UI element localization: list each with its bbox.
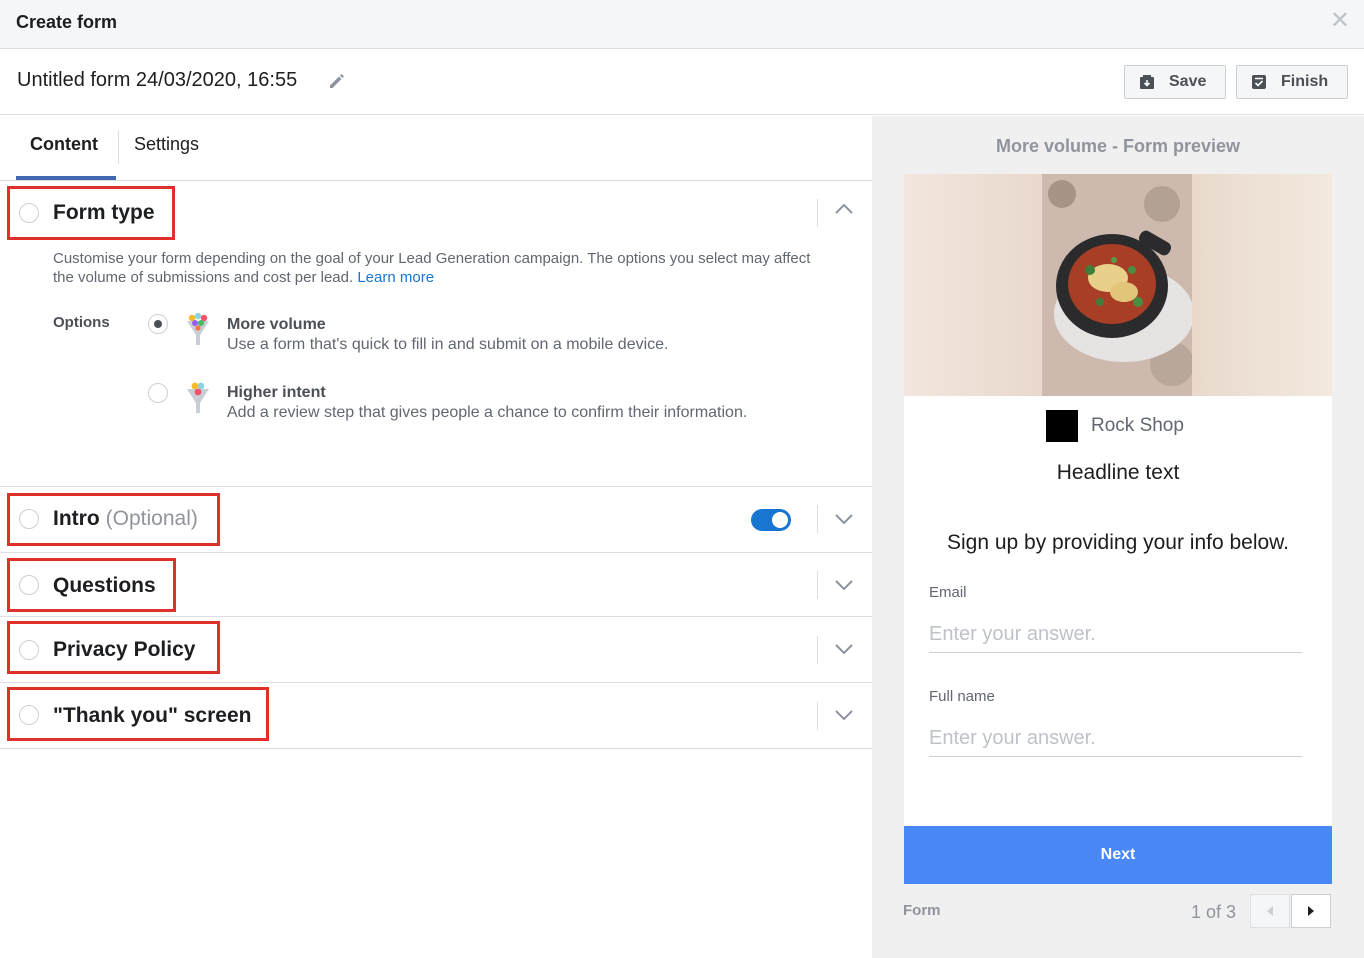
section-intro: Intro (Optional) bbox=[0, 487, 872, 553]
learn-more-link[interactable]: Learn more bbox=[357, 269, 434, 286]
triangle-left-icon bbox=[1267, 906, 1273, 916]
full-name-label: Full name bbox=[929, 688, 995, 705]
tab-content[interactable]: Content bbox=[30, 134, 98, 155]
hero-image bbox=[904, 174, 1332, 396]
active-tab-indicator bbox=[16, 176, 116, 180]
finish-label: Finish bbox=[1281, 73, 1329, 90]
section-questions: Questions bbox=[0, 553, 872, 617]
brand-name: Rock Shop bbox=[1091, 415, 1184, 436]
form-name-bar: Untitled form 24/03/2020, 16:55 Save Fin… bbox=[0, 49, 1364, 115]
header-divider bbox=[817, 571, 818, 599]
section-title-intro[interactable]: Intro (Optional) bbox=[53, 507, 198, 531]
section-status-circle bbox=[19, 575, 39, 595]
email-field[interactable] bbox=[929, 617, 1302, 653]
header-divider bbox=[817, 199, 818, 227]
section-title[interactable]: Form type bbox=[53, 201, 155, 225]
optional-label: (Optional) bbox=[105, 507, 198, 530]
signup-text: Sign up by providing your info below. bbox=[946, 531, 1290, 554]
section-title-questions[interactable]: Questions bbox=[53, 574, 156, 598]
food-photo bbox=[1042, 174, 1192, 396]
chevron-down-icon[interactable] bbox=[834, 579, 854, 591]
intro-toggle[interactable] bbox=[751, 509, 791, 531]
intro-title: Intro bbox=[53, 507, 100, 530]
section-title-privacy[interactable]: Privacy Policy bbox=[53, 638, 195, 662]
full-name-field[interactable] bbox=[929, 721, 1302, 757]
dialog-title: Create form bbox=[16, 12, 118, 32]
form-type-description: Customise your form depending on the goa… bbox=[53, 249, 833, 287]
option-radio-more-volume[interactable] bbox=[148, 314, 168, 334]
form-preview-card: Rock Shop Headline text Sign up by provi… bbox=[904, 174, 1332, 884]
section-status-circle bbox=[19, 203, 39, 223]
headline-text: Headline text bbox=[1056, 461, 1180, 484]
next-button[interactable]: Next bbox=[904, 826, 1332, 884]
dialog-titlebar: Create form ✕ bbox=[0, 0, 1364, 49]
triangle-right-icon bbox=[1308, 906, 1314, 916]
options-label: Options bbox=[53, 314, 110, 331]
tab-bar: Content Settings bbox=[0, 116, 872, 181]
save-icon bbox=[1140, 75, 1154, 89]
pencil-icon[interactable] bbox=[327, 71, 347, 91]
chevron-down-icon[interactable] bbox=[834, 709, 854, 721]
save-label: Save bbox=[1169, 73, 1207, 90]
editor-pane: Content Settings Form type Customise you… bbox=[0, 116, 872, 958]
section-title-thank-you[interactable]: "Thank you" screen bbox=[53, 704, 251, 728]
tab-settings[interactable]: Settings bbox=[134, 134, 199, 155]
header-divider bbox=[817, 505, 818, 533]
section-thank-you: "Thank you" screen bbox=[0, 683, 872, 749]
higher-intent-icon bbox=[187, 382, 209, 413]
form-name[interactable]: Untitled form 24/03/2020, 16:55 bbox=[17, 69, 297, 92]
previous-page-button[interactable] bbox=[1250, 894, 1290, 928]
section-form-type: Form type Customise your form depending … bbox=[0, 181, 872, 487]
page-indicator: 1 of 3 bbox=[1191, 902, 1237, 922]
section-status-circle bbox=[19, 640, 39, 660]
chevron-up-icon[interactable] bbox=[834, 203, 854, 215]
chevron-down-icon[interactable] bbox=[834, 643, 854, 655]
finish-icon bbox=[1252, 75, 1266, 89]
brand-logo bbox=[1046, 410, 1078, 442]
chevron-down-icon[interactable] bbox=[834, 513, 854, 525]
header-divider bbox=[817, 702, 818, 730]
preview-pane: More volume - Form preview Rock Shop Hea… bbox=[872, 116, 1364, 958]
finish-button[interactable]: Finish bbox=[1236, 65, 1348, 99]
section-privacy-policy: Privacy Policy bbox=[0, 617, 872, 683]
section-status-circle bbox=[19, 705, 39, 725]
option-radio-higher-intent[interactable] bbox=[148, 383, 168, 403]
option-subtitle-more-volume: Use a form that's quick to fill in and s… bbox=[227, 336, 669, 353]
header-divider bbox=[817, 636, 818, 664]
option-title-more-volume: More volume bbox=[227, 316, 326, 333]
option-subtitle-higher-intent: Add a review step that gives people a ch… bbox=[227, 404, 748, 421]
preview-title: More volume - Form preview bbox=[995, 136, 1241, 156]
section-status-circle bbox=[19, 509, 39, 529]
tab-divider bbox=[118, 130, 119, 164]
email-label: Email bbox=[929, 584, 967, 601]
next-page-button[interactable] bbox=[1291, 894, 1331, 928]
save-button[interactable]: Save bbox=[1124, 65, 1226, 99]
close-icon[interactable]: ✕ bbox=[1330, 9, 1350, 33]
preview-footer-label: Form bbox=[903, 902, 941, 919]
more-volume-icon bbox=[187, 312, 209, 345]
option-title-higher-intent: Higher intent bbox=[227, 384, 326, 401]
